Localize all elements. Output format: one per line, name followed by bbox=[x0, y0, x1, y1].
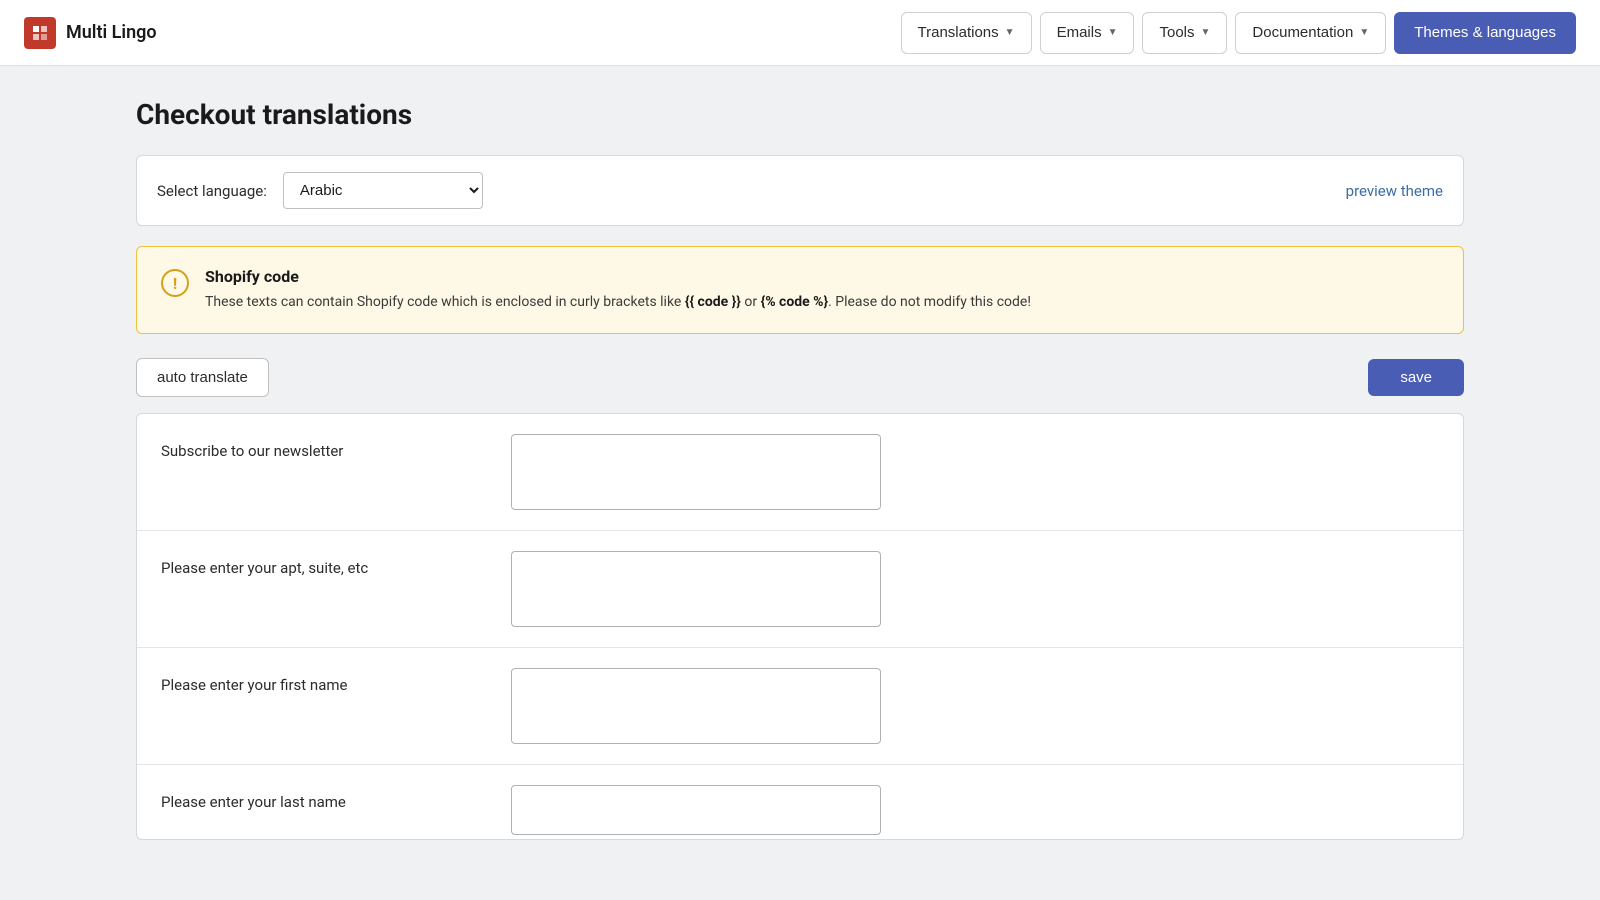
translation-label: Subscribe to our newsletter bbox=[161, 434, 511, 460]
translation-label: Please enter your apt, suite, etc bbox=[161, 551, 511, 577]
translation-table: Subscribe to our newsletter Please enter… bbox=[136, 413, 1464, 840]
translation-label: Please enter your first name bbox=[161, 668, 511, 694]
shopify-code-warning: ! Shopify code These texts can contain S… bbox=[136, 246, 1464, 334]
nav-emails-label: Emails bbox=[1057, 24, 1102, 41]
chevron-down-icon: ▼ bbox=[1359, 27, 1369, 38]
translation-input-lastname[interactable] bbox=[511, 785, 881, 835]
header: Multi Lingo Translations ▼ Emails ▼ Tool… bbox=[0, 0, 1600, 66]
nav-translations[interactable]: Translations ▼ bbox=[901, 12, 1032, 54]
page-title: Checkout translations bbox=[136, 98, 1464, 131]
auto-translate-button[interactable]: auto translate bbox=[136, 358, 269, 397]
language-select[interactable]: Arabic English French German Spanish bbox=[283, 172, 483, 209]
language-selector-row: Select language: Arabic English French G… bbox=[136, 155, 1464, 226]
table-row: Please enter your apt, suite, etc bbox=[137, 531, 1463, 648]
logo-area: Multi Lingo bbox=[24, 17, 157, 49]
themes-languages-button[interactable]: Themes & languages bbox=[1394, 12, 1576, 54]
warning-text-middle: or bbox=[741, 294, 761, 310]
table-row: Please enter your last name bbox=[137, 765, 1463, 839]
warning-text-after: . Please do not modify this code! bbox=[828, 294, 1031, 310]
nav-tools[interactable]: Tools ▼ bbox=[1142, 12, 1227, 54]
chevron-down-icon: ▼ bbox=[1108, 27, 1118, 38]
language-label: Select language: bbox=[157, 182, 267, 200]
main-nav: Translations ▼ Emails ▼ Tools ▼ Document… bbox=[901, 12, 1577, 54]
nav-emails[interactable]: Emails ▼ bbox=[1040, 12, 1135, 54]
language-label-group: Select language: Arabic English French G… bbox=[157, 172, 483, 209]
translation-input-apt[interactable] bbox=[511, 551, 881, 627]
preview-theme-link[interactable]: preview theme bbox=[1346, 182, 1443, 200]
main-content: Checkout translations Select language: A… bbox=[0, 66, 1600, 872]
nav-documentation-label: Documentation bbox=[1252, 24, 1353, 41]
translation-input-firstname[interactable] bbox=[511, 668, 881, 744]
warning-code1: {{ code }} bbox=[685, 294, 741, 310]
nav-translations-label: Translations bbox=[918, 24, 999, 41]
translation-input-newsletter[interactable] bbox=[511, 434, 881, 510]
nav-tools-label: Tools bbox=[1159, 24, 1194, 41]
save-button[interactable]: save bbox=[1368, 359, 1464, 396]
warning-text-before: These texts can contain Shopify code whi… bbox=[205, 294, 685, 310]
logo-icon bbox=[24, 17, 56, 49]
warning-content: Shopify code These texts can contain Sho… bbox=[205, 267, 1439, 313]
table-row: Subscribe to our newsletter bbox=[137, 414, 1463, 531]
translation-label: Please enter your last name bbox=[161, 785, 511, 811]
nav-documentation[interactable]: Documentation ▼ bbox=[1235, 12, 1386, 54]
app-title: Multi Lingo bbox=[66, 22, 157, 43]
table-row: Please enter your first name bbox=[137, 648, 1463, 765]
action-row: auto translate save bbox=[136, 358, 1464, 397]
chevron-down-icon: ▼ bbox=[1005, 27, 1015, 38]
chevron-down-icon: ▼ bbox=[1201, 27, 1211, 38]
warning-icon: ! bbox=[161, 269, 189, 297]
warning-code2: {% code %} bbox=[761, 294, 829, 310]
warning-title: Shopify code bbox=[205, 267, 1439, 286]
warning-text: These texts can contain Shopify code whi… bbox=[205, 292, 1439, 313]
